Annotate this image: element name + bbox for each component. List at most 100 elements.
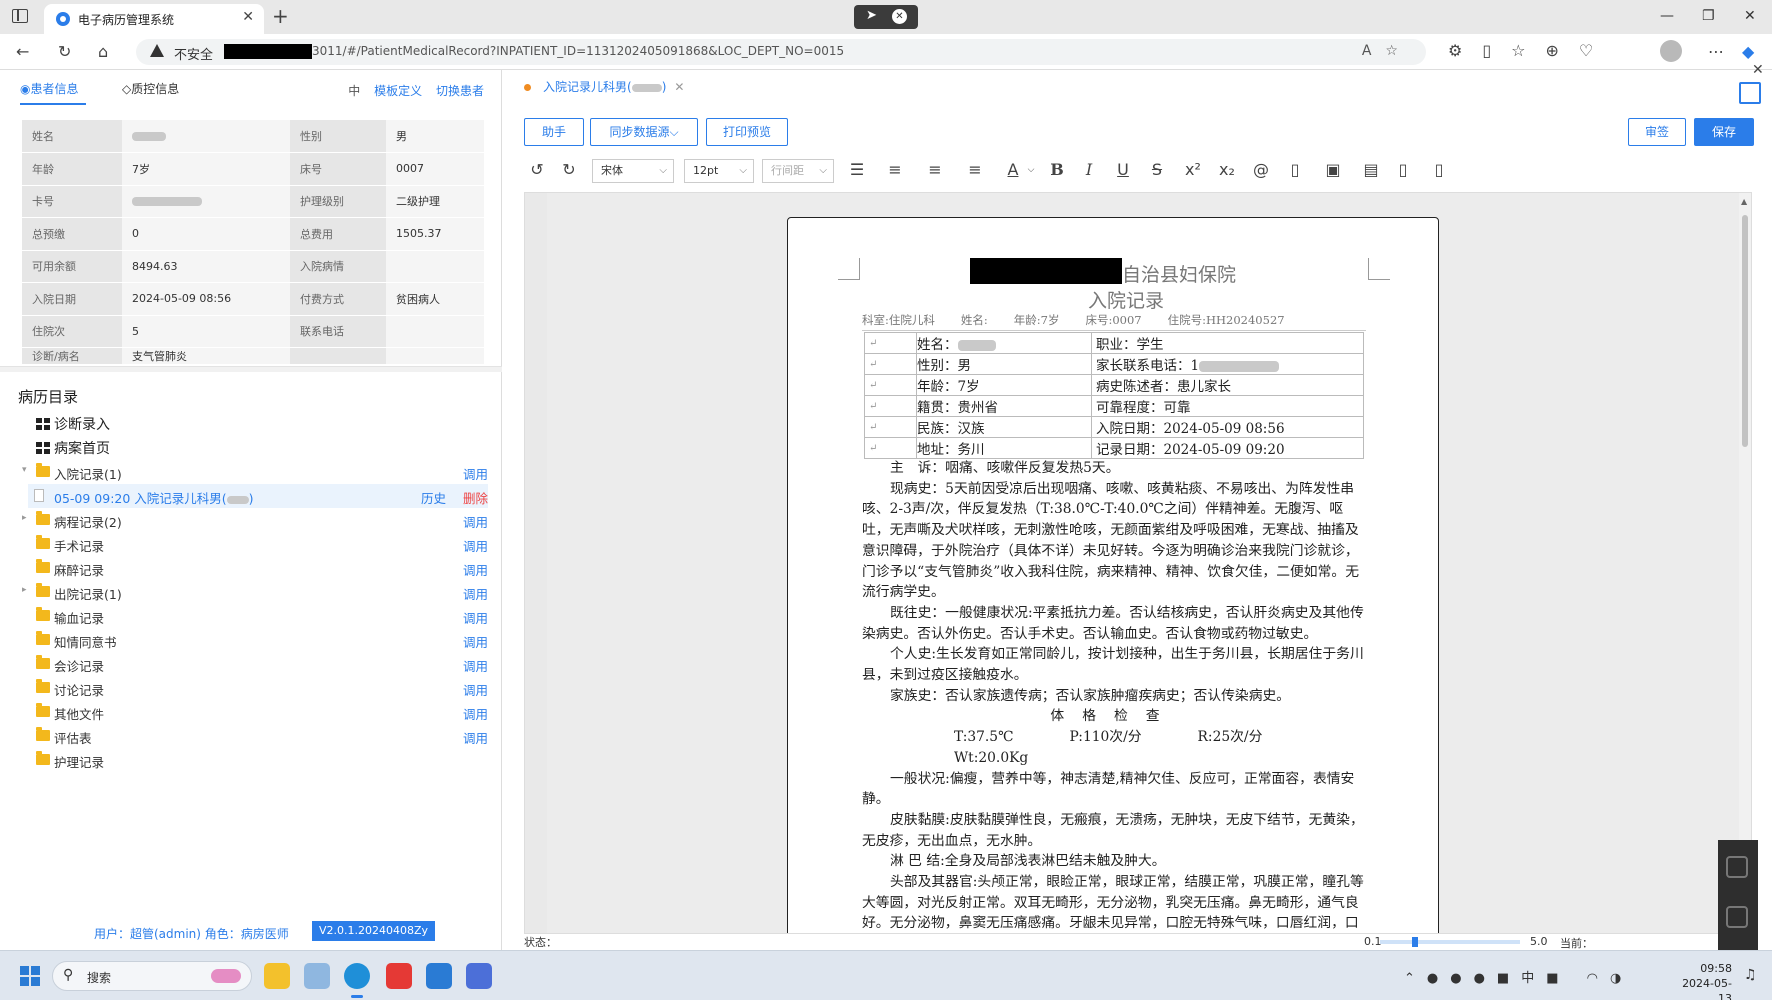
align-center-icon[interactable]: ≡ [922, 158, 948, 182]
taskbar-search[interactable]: ⚲ 搜索 [52, 961, 252, 991]
font-family-select[interactable]: 宋体 ⌵ [592, 159, 674, 183]
bold-icon[interactable]: B [1044, 158, 1070, 182]
align-left-icon[interactable]: ≡ [882, 158, 908, 182]
tree-item-admission[interactable]: ▾ 入院记录(1) 调用 [18, 460, 488, 484]
switch-patient-link[interactable]: 切换患者 [436, 84, 484, 98]
scrollbar-thumb[interactable] [1742, 215, 1748, 447]
print-preview-button[interactable]: 打印预览 [706, 118, 788, 146]
system-tray-icons[interactable]: ⌃●●●■中■ ◠◑ [1404, 967, 1633, 986]
new-tab-icon[interactable]: + [272, 4, 289, 28]
close-panel-icon[interactable]: ✕ [1752, 62, 1764, 78]
file-explorer-icon[interactable] [264, 963, 290, 989]
read-aloud-favorite-icons[interactable]: A☆ [1362, 43, 1412, 59]
mention-icon[interactable]: @ [1248, 158, 1274, 182]
back-icon[interactable]: ← [16, 42, 29, 61]
underline-icon[interactable]: U [1110, 158, 1136, 182]
call-link[interactable]: 调用 [463, 728, 488, 747]
tree-item-diagnosis-entry[interactable]: 诊断录入 [18, 412, 488, 436]
undo-icon[interactable]: ↺ [524, 158, 550, 182]
lang-link[interactable]: 中 [348, 84, 360, 98]
font-size-select[interactable]: 12pt ⌵ [684, 159, 754, 183]
sidebar-toggle-icon[interactable] [12, 9, 28, 23]
more-icon[interactable]: ⋯ [1708, 42, 1724, 61]
tree-item-folder[interactable]: 评估表 调用 [18, 724, 488, 748]
save-button[interactable]: 保存 [1694, 118, 1754, 146]
notification-bell-icon[interactable]: ♫ [1744, 967, 1757, 983]
delete-link[interactable]: 删除 [463, 488, 488, 507]
app-icon[interactable] [466, 963, 492, 989]
tab-quality-info[interactable]: ◇质控信息 [122, 80, 179, 97]
chevron-right-icon[interactable]: ▸ [22, 513, 27, 523]
tree-item-case-home[interactable]: 病案首页 [18, 436, 488, 460]
italic-icon[interactable]: I [1076, 158, 1102, 182]
copilot-icon[interactable]: ◆ [1742, 42, 1754, 61]
document-tab[interactable]: 入院记录儿科男() ✕ [524, 78, 684, 95]
tree-item-folder[interactable]: 知情同意书 调用 [18, 628, 488, 652]
call-link[interactable]: 调用 [463, 560, 488, 579]
history-link[interactable]: 历史 [421, 488, 446, 507]
chevron-right-icon[interactable]: ▸ [22, 585, 27, 595]
superscript-icon[interactable]: x² [1180, 158, 1206, 182]
minimize-icon[interactable]: — [1660, 8, 1674, 24]
assistant-button[interactable]: 助手 [524, 118, 584, 146]
line-spacing-select[interactable]: 行间距 ⌵ [762, 159, 834, 183]
zoom-slider-handle[interactable] [1412, 937, 1418, 947]
url-box[interactable]: 不安全 3011/#/PatientMedicalRecord?INPATIEN… [136, 39, 1426, 65]
floating-widget[interactable] [1718, 840, 1758, 950]
tree-item-selected-record[interactable]: 05-09 09:20 入院记录儿科男() 历史 删除 [28, 484, 488, 508]
taskbar-clock[interactable]: 09:58 2024-05-13 [1670, 961, 1732, 1000]
tree-item-folder[interactable]: 护理记录 [18, 748, 488, 772]
call-link[interactable]: 调用 [463, 704, 488, 723]
call-link[interactable]: 调用 [463, 512, 488, 531]
call-link[interactable]: 调用 [463, 680, 488, 699]
home-icon[interactable]: ⌂ [98, 42, 108, 61]
tree-item-folder[interactable]: 输血记录 调用 [18, 604, 488, 628]
sync-datasource-button[interactable]: 同步数据源⌵ [590, 118, 698, 146]
chevron-down-icon[interactable]: ▾ [22, 465, 27, 475]
tab-patient-info[interactable]: ◉患者信息 [20, 80, 86, 105]
restore-icon[interactable]: ❐ [1702, 8, 1715, 24]
insert-image-icon[interactable]: ▣ [1320, 158, 1346, 182]
document-canvas[interactable]: ▲ 自治县妇保院 入院记录 科室:住院儿科 姓名: 年龄:7岁 床号:0007 住院号:… [524, 192, 1752, 934]
indent-icon[interactable]: ☰ [844, 158, 870, 182]
app-icon[interactable] [426, 963, 452, 989]
tree-item-folder[interactable]: ▸ 出院记录(1) 调用 [18, 580, 488, 604]
edge-browser-icon[interactable] [344, 963, 370, 998]
insert-doc-icon[interactable]: ▯ [1282, 158, 1308, 182]
align-right-icon[interactable]: ≡ [962, 158, 988, 182]
call-link[interactable]: 调用 [463, 536, 488, 555]
strikethrough-icon[interactable]: S [1144, 158, 1170, 182]
chevron-down-icon[interactable]: ⌵ [1018, 158, 1044, 182]
refresh-icon[interactable]: ↻ [58, 42, 71, 61]
tree-item-folder[interactable]: 手术记录 调用 [18, 532, 488, 556]
close-doc-tab-icon[interactable]: ✕ [674, 80, 684, 94]
video-icon[interactable] [1726, 856, 1748, 878]
subscript-icon[interactable]: x₂ [1214, 158, 1240, 182]
app-icon[interactable] [304, 963, 330, 989]
tree-item-folder[interactable]: 会诊记录 调用 [18, 652, 488, 676]
template-define-link[interactable]: 模板定义 [374, 84, 422, 98]
patient-basic-table[interactable]: ↵ 姓名： 职业：学生 ↵ 性别：男 家长联系电话：1 ↵ 年龄：7岁 病史陈述者：患儿家长… [864, 332, 1364, 459]
tree-item-folder[interactable]: ▸ 病程记录(2) 调用 [18, 508, 488, 532]
sign-review-button[interactable]: 审签 [1628, 118, 1686, 146]
url-text[interactable]: 3011/#/PatientMedicalRecord?INPATIENT_ID… [312, 44, 844, 58]
screen-share-pill[interactable]: ➤ ✕ [854, 5, 918, 29]
call-link[interactable]: 调用 [463, 632, 488, 651]
zoom-slider[interactable] [1380, 937, 1520, 947]
tree-item-folder[interactable]: 讨论记录 调用 [18, 676, 488, 700]
call-link[interactable]: 调用 [463, 608, 488, 627]
pane-divider[interactable] [0, 366, 502, 372]
browser-tab[interactable]: 电子病历管理系统 ✕ [44, 4, 264, 34]
windows-start-icon[interactable] [20, 966, 40, 986]
call-link[interactable]: 调用 [463, 656, 488, 675]
document-page[interactable]: 自治县妇保院 入院记录 科室:住院儿科 姓名: 年龄:7岁 床号:0007 住院号:HH… [787, 217, 1439, 933]
wps-icon[interactable] [386, 963, 412, 989]
redo-icon[interactable]: ↻ [556, 158, 582, 182]
close-tab-icon[interactable]: ✕ [242, 9, 254, 25]
fullscreen-icon[interactable] [1739, 82, 1761, 104]
close-window-icon[interactable]: ✕ [1744, 8, 1756, 24]
insert-file-icon[interactable]: ▯ [1426, 158, 1452, 182]
tree-item-folder[interactable]: 麻醉记录 调用 [18, 556, 488, 580]
insert-pdf-icon[interactable]: ▯ [1390, 158, 1416, 182]
vertical-scrollbar[interactable]: ▲ [1739, 193, 1751, 933]
